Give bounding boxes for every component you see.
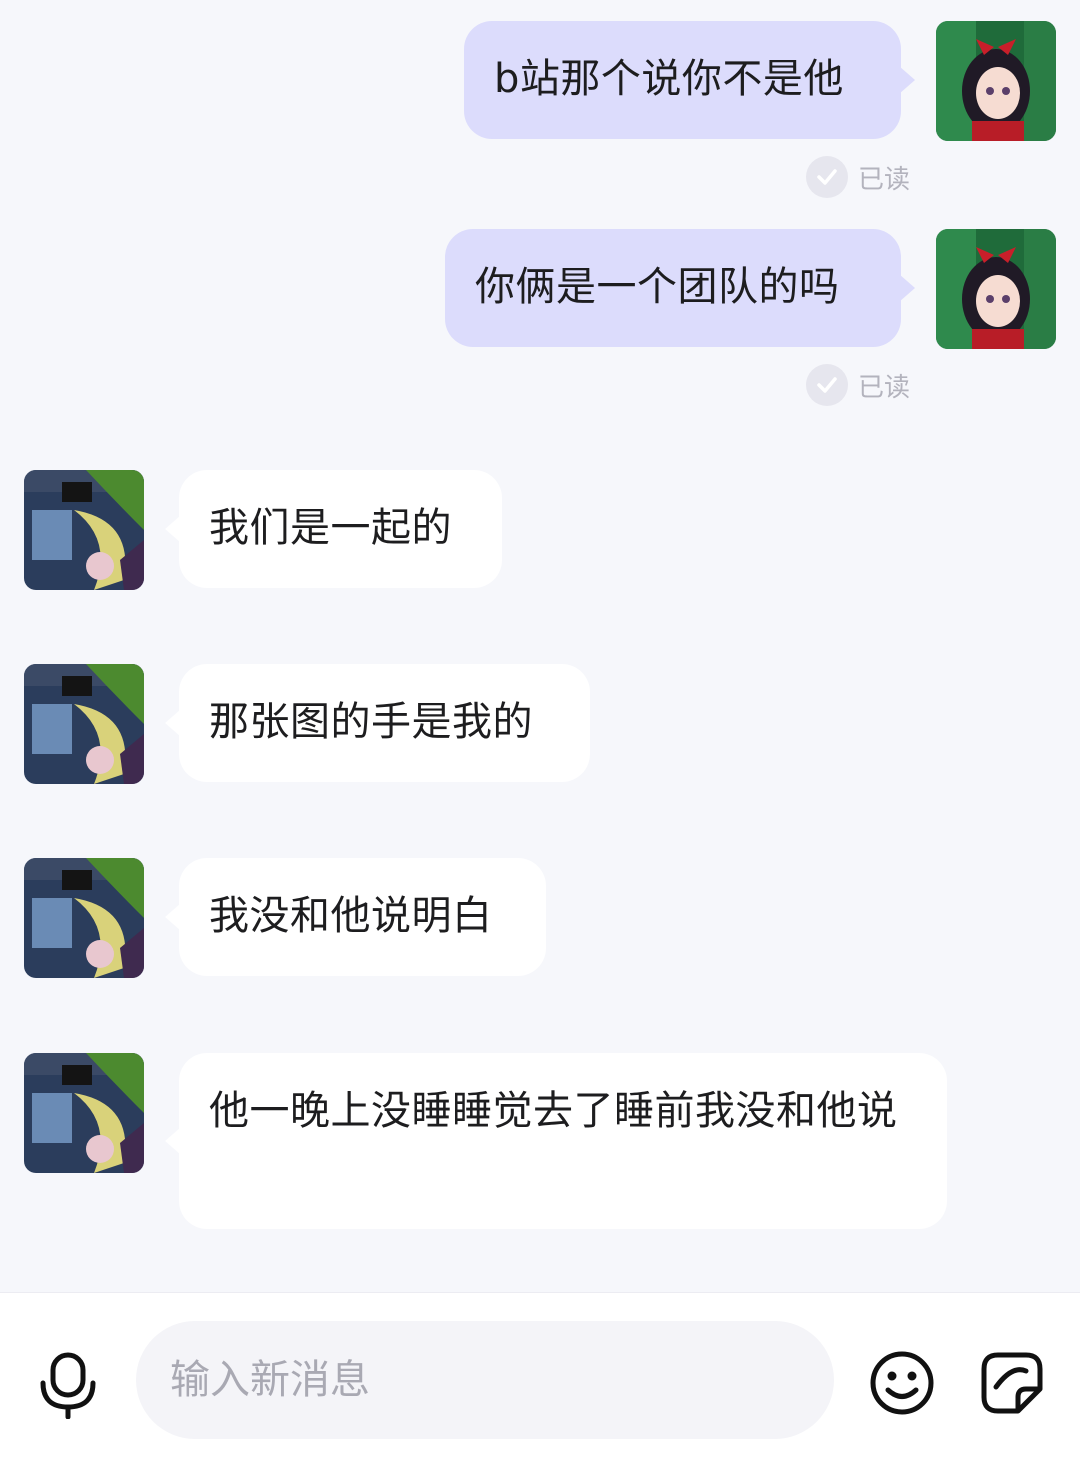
message-input-box[interactable]	[136, 1321, 834, 1439]
contact-message-bubble[interactable]: 我们是一起的	[165, 470, 502, 588]
my-avatar[interactable]	[936, 229, 1056, 349]
my-avatar[interactable]	[936, 21, 1056, 141]
check-circle-icon	[806, 364, 848, 406]
read-label: 已读	[858, 372, 911, 403]
message-text: 你俩是一个团队的吗	[475, 264, 840, 310]
contact-avatar[interactable]	[24, 470, 144, 590]
message-input-bar	[0, 1292, 1080, 1465]
read-receipt: 已读	[806, 363, 910, 407]
contact-message-bubble[interactable]: 他一晚上没睡睡觉去了睡前我没和他说	[165, 1053, 947, 1229]
read-receipt: 已读	[806, 155, 910, 199]
read-label: 已读	[858, 164, 911, 195]
check-circle-icon	[806, 156, 848, 198]
message-text: 他一晚上没睡睡觉去了睡前我没和他说	[209, 1088, 898, 1134]
contact-avatar[interactable]	[24, 1053, 144, 1173]
contact-message-bubble[interactable]: 那张图的手是我的	[165, 664, 590, 782]
my-message-bubble[interactable]: b站那个说你不是他	[464, 21, 915, 139]
smiley-face-icon[interactable]	[868, 1349, 936, 1417]
sticker-icon[interactable]	[978, 1349, 1046, 1417]
my-message-bubble[interactable]: 你俩是一个团队的吗	[445, 229, 915, 347]
message-text: b站那个说你不是他	[494, 56, 844, 102]
message-text: 我们是一起的	[209, 505, 452, 551]
chat-message-list[interactable]: b站那个说你不是他 已读 你俩是一个团队的吗 已读 我们是一起的 那张图的手是我…	[0, 0, 1080, 1292]
microphone-icon[interactable]	[36, 1351, 100, 1420]
message-text: 我没和他说明白	[209, 893, 493, 939]
contact-avatar[interactable]	[24, 664, 144, 784]
message-text: 那张图的手是我的	[209, 699, 533, 745]
contact-message-bubble[interactable]: 我没和他说明白	[165, 858, 546, 976]
contact-avatar[interactable]	[24, 858, 144, 978]
message-input[interactable]	[168, 1356, 834, 1404]
